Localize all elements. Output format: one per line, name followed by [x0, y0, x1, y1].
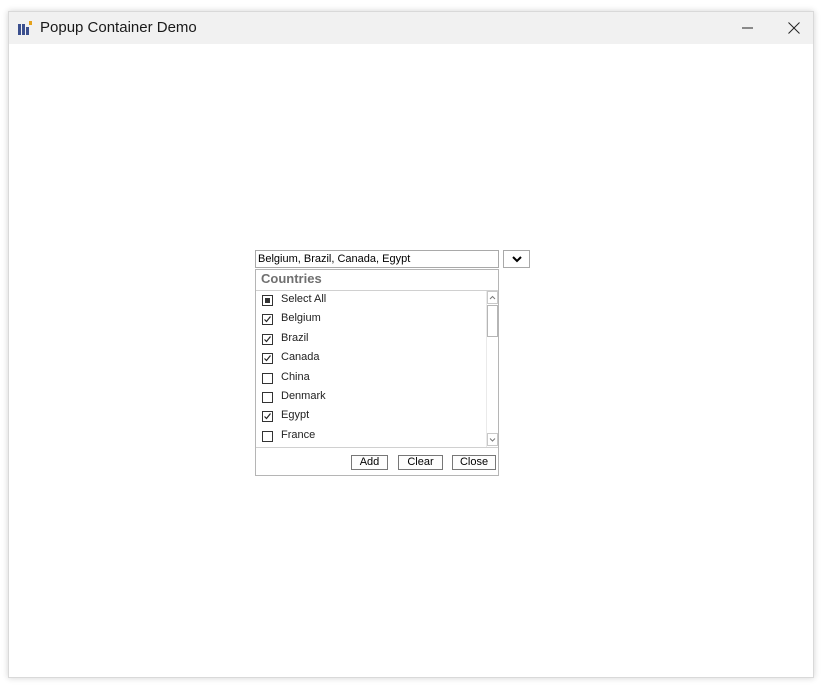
check-icon [264, 335, 271, 343]
checkbox[interactable] [262, 430, 273, 442]
list-item-label: France [281, 428, 316, 441]
minimize-button[interactable] [725, 12, 771, 44]
window-title: Popup Container Demo [40, 19, 197, 36]
list-item-label: Egypt [281, 409, 310, 422]
checkbox[interactable] [262, 372, 273, 384]
list-item[interactable]: Select All [256, 292, 486, 311]
checkbox[interactable] [262, 295, 273, 306]
check-icon [264, 355, 271, 362]
title-bar[interactable]: Popup Container Demo [9, 12, 813, 44]
close-button[interactable] [771, 12, 817, 44]
list-item[interactable]: France [256, 428, 486, 447]
check-icon [264, 316, 271, 323]
list-item[interactable]: Denmark [256, 389, 486, 408]
checkbox[interactable] [262, 392, 273, 403]
list-item-label: Select All [281, 293, 327, 305]
list-item-label: Denmark [281, 390, 326, 402]
app-grid-icon [18, 21, 32, 35]
list-item[interactable]: China [256, 370, 486, 389]
list-item-label: Belgium [281, 312, 321, 325]
chevron-up-icon [487, 291, 498, 304]
check-icon [264, 413, 271, 420]
minimize-icon [742, 27, 753, 29]
app-window: Popup Container Demo Belgium, Brazil, Ca… [8, 11, 814, 678]
list-item[interactable]: Belgium [256, 311, 486, 330]
list-item[interactable]: Canada [256, 350, 486, 369]
close-popup-button[interactable]: Close [452, 455, 496, 470]
list-item[interactable]: Egypt [256, 408, 486, 427]
scroll-thumb[interactable] [487, 305, 498, 337]
checkbox[interactable] [262, 353, 273, 365]
scroll-up-button[interactable] [487, 291, 498, 305]
clear-button[interactable]: Clear [398, 455, 443, 470]
list-item[interactable]: Brazil [256, 331, 486, 350]
popup-container-edit[interactable]: Belgium, Brazil, Canada, Egypt [255, 250, 499, 268]
countries-checklist: Select All Belgium Brazil Canada China Denmar… [256, 290, 498, 448]
checkbox[interactable] [262, 333, 273, 345]
add-button[interactable]: Add [351, 455, 388, 470]
countries-popup: Countries Select All Belgium Brazil Canada C… [255, 269, 499, 476]
scroll-down-button[interactable] [487, 433, 498, 447]
vertical-scrollbar[interactable] [486, 291, 498, 447]
list-item-label: Brazil [281, 331, 309, 344]
chevron-down-icon [511, 255, 522, 262]
popup-header: Countries [261, 271, 322, 286]
checkbox[interactable] [262, 411, 273, 423]
chevron-down-small-icon [487, 433, 498, 446]
list-item-label: Canada [281, 351, 320, 364]
checkbox[interactable] [262, 314, 273, 326]
close-icon [788, 22, 800, 34]
list-item-label: China [281, 370, 310, 383]
dropdown-button[interactable] [503, 250, 530, 268]
